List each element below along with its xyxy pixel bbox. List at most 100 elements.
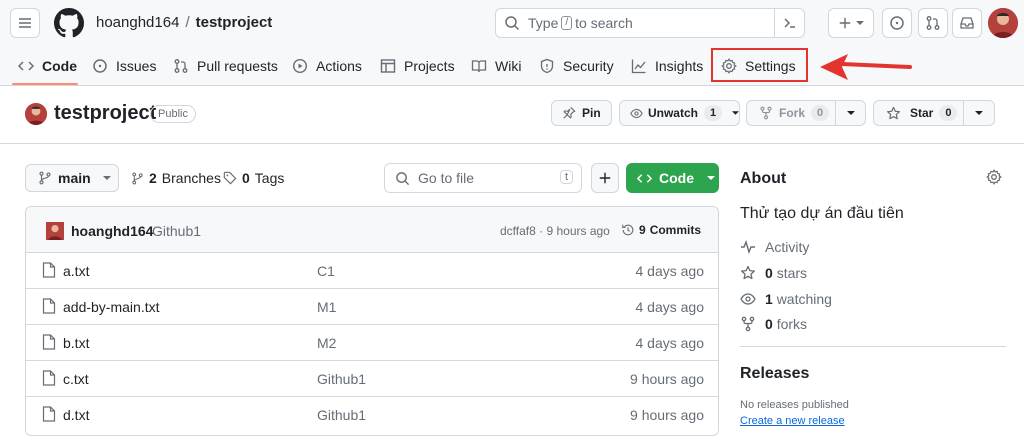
- breadcrumb-owner-link[interactable]: hoanghd164: [96, 14, 179, 31]
- gear-icon[interactable]: [986, 169, 1002, 185]
- file-updated-time: 4 days ago: [635, 263, 705, 279]
- file-icon: [42, 370, 56, 386]
- branch-selector-button[interactable]: main: [25, 164, 119, 192]
- pull-requests-button[interactable]: [918, 8, 948, 38]
- table-row[interactable]: d.txt Github1 9 hours ago: [26, 397, 718, 433]
- global-search-input[interactable]: Type / to search: [495, 8, 805, 38]
- tab-insights[interactable]: Insights: [631, 50, 703, 82]
- settings-highlight-box: [711, 48, 808, 82]
- three-bars-icon: [19, 18, 31, 28]
- repo-owner-avatar[interactable]: [25, 103, 47, 125]
- file-name[interactable]: b.txt: [63, 335, 89, 351]
- file-commit-message[interactable]: C1: [317, 263, 335, 279]
- file-commit-message[interactable]: M1: [317, 299, 336, 315]
- tab-wiki[interactable]: Wiki: [471, 50, 521, 82]
- file-updated-time: 9 hours ago: [630, 407, 704, 423]
- table-icon: [380, 59, 396, 73]
- file-name[interactable]: a.txt: [63, 263, 89, 279]
- tab-issues[interactable]: Issues: [92, 50, 156, 82]
- releases-title[interactable]: Releases: [740, 365, 809, 383]
- file-name[interactable]: c.txt: [63, 371, 89, 387]
- branch-name: main: [58, 170, 91, 186]
- create-new-button[interactable]: [828, 8, 874, 38]
- tab-wiki-label: Wiki: [495, 58, 522, 74]
- add-file-button[interactable]: [591, 163, 619, 193]
- plus-icon: [839, 17, 851, 29]
- repo-forked-icon: [760, 106, 772, 120]
- visibility-badge: Public: [150, 105, 196, 123]
- commits-history-link[interactable]: 9 Commits: [621, 223, 701, 237]
- star-icon: [886, 106, 901, 119]
- code-icon: [637, 173, 652, 183]
- commit-message[interactable]: Github1: [152, 223, 201, 239]
- search-prefix-text: Type: [528, 15, 559, 31]
- branches-link[interactable]: 2 Branches: [131, 170, 221, 186]
- stars-link[interactable]: 0 stars: [740, 265, 807, 281]
- command-palette-button[interactable]: [774, 9, 804, 37]
- pin-label: Pin: [582, 106, 601, 120]
- watching-link[interactable]: 1 watching: [740, 291, 832, 307]
- fork-button[interactable]: Fork 0: [746, 100, 836, 126]
- tab-projects-label: Projects: [404, 58, 455, 74]
- tab-code[interactable]: Code: [18, 50, 77, 82]
- search-suffix-text: to search: [575, 15, 633, 31]
- tab-projects[interactable]: Projects: [380, 50, 455, 82]
- commit-author-avatar[interactable]: [46, 222, 64, 240]
- table-row[interactable]: add-by-main.txt M1 4 days ago: [26, 289, 718, 325]
- breadcrumb-repo-link[interactable]: testproject: [196, 14, 273, 31]
- star-button[interactable]: Star 0: [873, 100, 964, 126]
- tab-pull-requests[interactable]: Pull requests: [173, 50, 278, 82]
- file-commit-message[interactable]: Github1: [317, 371, 366, 387]
- code-dropdown-button[interactable]: Code: [626, 163, 719, 193]
- table-row[interactable]: b.txt M2 4 days ago: [26, 325, 718, 361]
- repo-title[interactable]: testproject: [54, 102, 156, 125]
- go-to-file-input[interactable]: Go to file t: [384, 163, 582, 193]
- issues-button[interactable]: [882, 8, 912, 38]
- unwatch-button[interactable]: Unwatch 1: [619, 100, 740, 126]
- forks-label: forks: [776, 316, 808, 332]
- code-icon: [18, 61, 34, 71]
- book-icon: [471, 60, 487, 73]
- graph-icon: [631, 59, 646, 74]
- tags-count: 0: [242, 170, 250, 186]
- star-dropdown-button[interactable]: [963, 100, 995, 126]
- forks-link[interactable]: 0 forks: [740, 316, 807, 332]
- tab-security[interactable]: Security: [539, 50, 614, 82]
- commit-author[interactable]: hoanghd164: [71, 223, 153, 239]
- avatar-image: [46, 222, 64, 240]
- active-tab-underline: [12, 83, 78, 85]
- tab-actions-label: Actions: [316, 58, 362, 74]
- table-row[interactable]: a.txt C1 4 days ago: [26, 253, 718, 289]
- hamburger-menu-button[interactable]: [10, 8, 40, 38]
- file-name[interactable]: add-by-main.txt: [63, 299, 159, 315]
- tab-issues-label: Issues: [116, 58, 157, 74]
- inbox-button[interactable]: [952, 8, 982, 38]
- sidebar-divider: [740, 346, 1006, 347]
- shield-icon: [540, 58, 554, 74]
- pin-button[interactable]: Pin: [551, 100, 612, 126]
- annotation-arrow-icon: [820, 54, 912, 80]
- file-commit-message[interactable]: Github1: [317, 407, 366, 423]
- table-row[interactable]: c.txt Github1 9 hours ago: [26, 361, 718, 397]
- tags-label: Tags: [254, 170, 285, 186]
- file-name[interactable]: d.txt: [63, 407, 89, 423]
- activity-link[interactable]: Activity: [740, 239, 809, 255]
- commit-sha-time[interactable]: dcffaf8 · 9 hours ago: [500, 224, 610, 238]
- repo-description: Thử tạo dự án đầu tiên: [740, 205, 904, 222]
- forks-count: 0: [765, 316, 773, 332]
- file-commit-message[interactable]: M2: [317, 335, 336, 351]
- create-release-link[interactable]: Create a new release: [740, 415, 845, 427]
- eye-icon: [740, 293, 756, 305]
- user-avatar[interactable]: [988, 8, 1018, 38]
- tab-actions[interactable]: Actions: [292, 50, 362, 82]
- repo-title-row: testproject Public Pin Unwatch 1 Fork 0 …: [0, 86, 1024, 144]
- file-icon: [42, 262, 56, 278]
- code-button-label: Code: [659, 170, 694, 186]
- git-branch-icon: [132, 172, 143, 184]
- tags-link[interactable]: 0 Tags: [223, 170, 284, 186]
- github-logo-icon[interactable]: [54, 8, 84, 38]
- plus-icon: [599, 172, 611, 184]
- triangle-down-icon: [846, 111, 855, 115]
- commits-count: 9: [639, 223, 646, 237]
- fork-dropdown-button[interactable]: [835, 100, 866, 126]
